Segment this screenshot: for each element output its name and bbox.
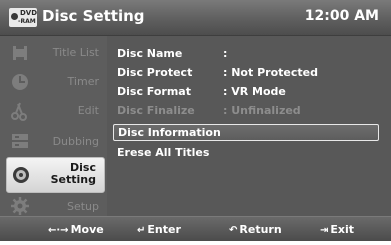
footer-exit-label: Exit (330, 223, 355, 236)
settings-panel: Disc Name : Disc Protect : Not Protected… (107, 36, 391, 216)
sidebar-item-label: Dubbing (52, 135, 99, 148)
footer-enter-label: Enter (147, 223, 181, 236)
osd-screen: DVD -RAM Disc Setting 12:00 AM Title Lis… (0, 0, 391, 241)
row-label: Disc Name (117, 47, 183, 60)
row-label: Disc Finalize (117, 104, 195, 117)
badge-bottom-text: -RAM (18, 18, 36, 25)
row-value: : Unfinalized (223, 104, 301, 117)
footer-return-label: Return (239, 223, 282, 236)
disc-icon (13, 167, 29, 183)
title-list-icon (13, 46, 27, 60)
row-label: Disc Protect (117, 66, 193, 79)
row-label: Disc Information (118, 126, 221, 139)
scissors-icon (11, 102, 27, 121)
footer-enter: ↵ Enter (137, 223, 181, 236)
row-label: Disc Format (117, 85, 191, 98)
sidebar-item-label: Edit (77, 104, 99, 117)
row-value: : (223, 47, 228, 60)
badge-top-text: DVD (20, 9, 38, 17)
page-title: Disc Setting (42, 7, 145, 25)
footer-exit: ⇥ Exit (320, 223, 354, 236)
sidebar-item-edit[interactable]: Edit (0, 96, 107, 126)
row-value: : VR Mode (223, 85, 286, 98)
sidebar-item-timer[interactable]: Timer (0, 67, 107, 97)
exit-icon: ⇥ (320, 225, 329, 236)
dubbing-icon (12, 134, 28, 148)
sidebar-item-dubbing[interactable]: Dubbing (0, 126, 107, 156)
footer-move: ←⋅→ Move (48, 223, 104, 236)
sidebar-item-label: Timer (67, 75, 99, 88)
disc-badge-icon (11, 13, 18, 20)
gear-icon (11, 197, 29, 215)
clock-display: 12:00 AM (304, 8, 379, 24)
sidebar-item-title-list[interactable]: Title List (0, 38, 107, 68)
row-value: : Not Protected (223, 66, 318, 79)
sidebar-item-label: Title List (52, 46, 99, 59)
sidebar-item-label: Setup (66, 200, 99, 213)
move-arrows-icon: ←⋅→ (48, 225, 69, 236)
sidebar-item-disc-setting[interactable]: Disc Setting (6, 157, 105, 193)
return-icon: ↶ (229, 225, 238, 236)
enter-icon: ↵ (137, 225, 146, 236)
footer-move-label: Move (70, 223, 104, 236)
menu-row-disc-information[interactable]: Disc Information (113, 124, 379, 141)
row-label: Erese All Titles (117, 146, 210, 159)
dvd-ram-badge: DVD -RAM (9, 8, 37, 27)
clock-icon (12, 74, 28, 90)
sidebar-menu: Title List Timer Edit Dubbing Disc Setti… (0, 36, 107, 216)
footer-bar: ←⋅→ Move ↵ Enter ↶ Return ⇥ Exit (0, 216, 391, 241)
header-bar: DVD -RAM Disc Setting 12:00 AM (0, 0, 391, 36)
footer-return: ↶ Return (229, 223, 282, 236)
sidebar-item-label-line2: Setting (50, 173, 96, 186)
